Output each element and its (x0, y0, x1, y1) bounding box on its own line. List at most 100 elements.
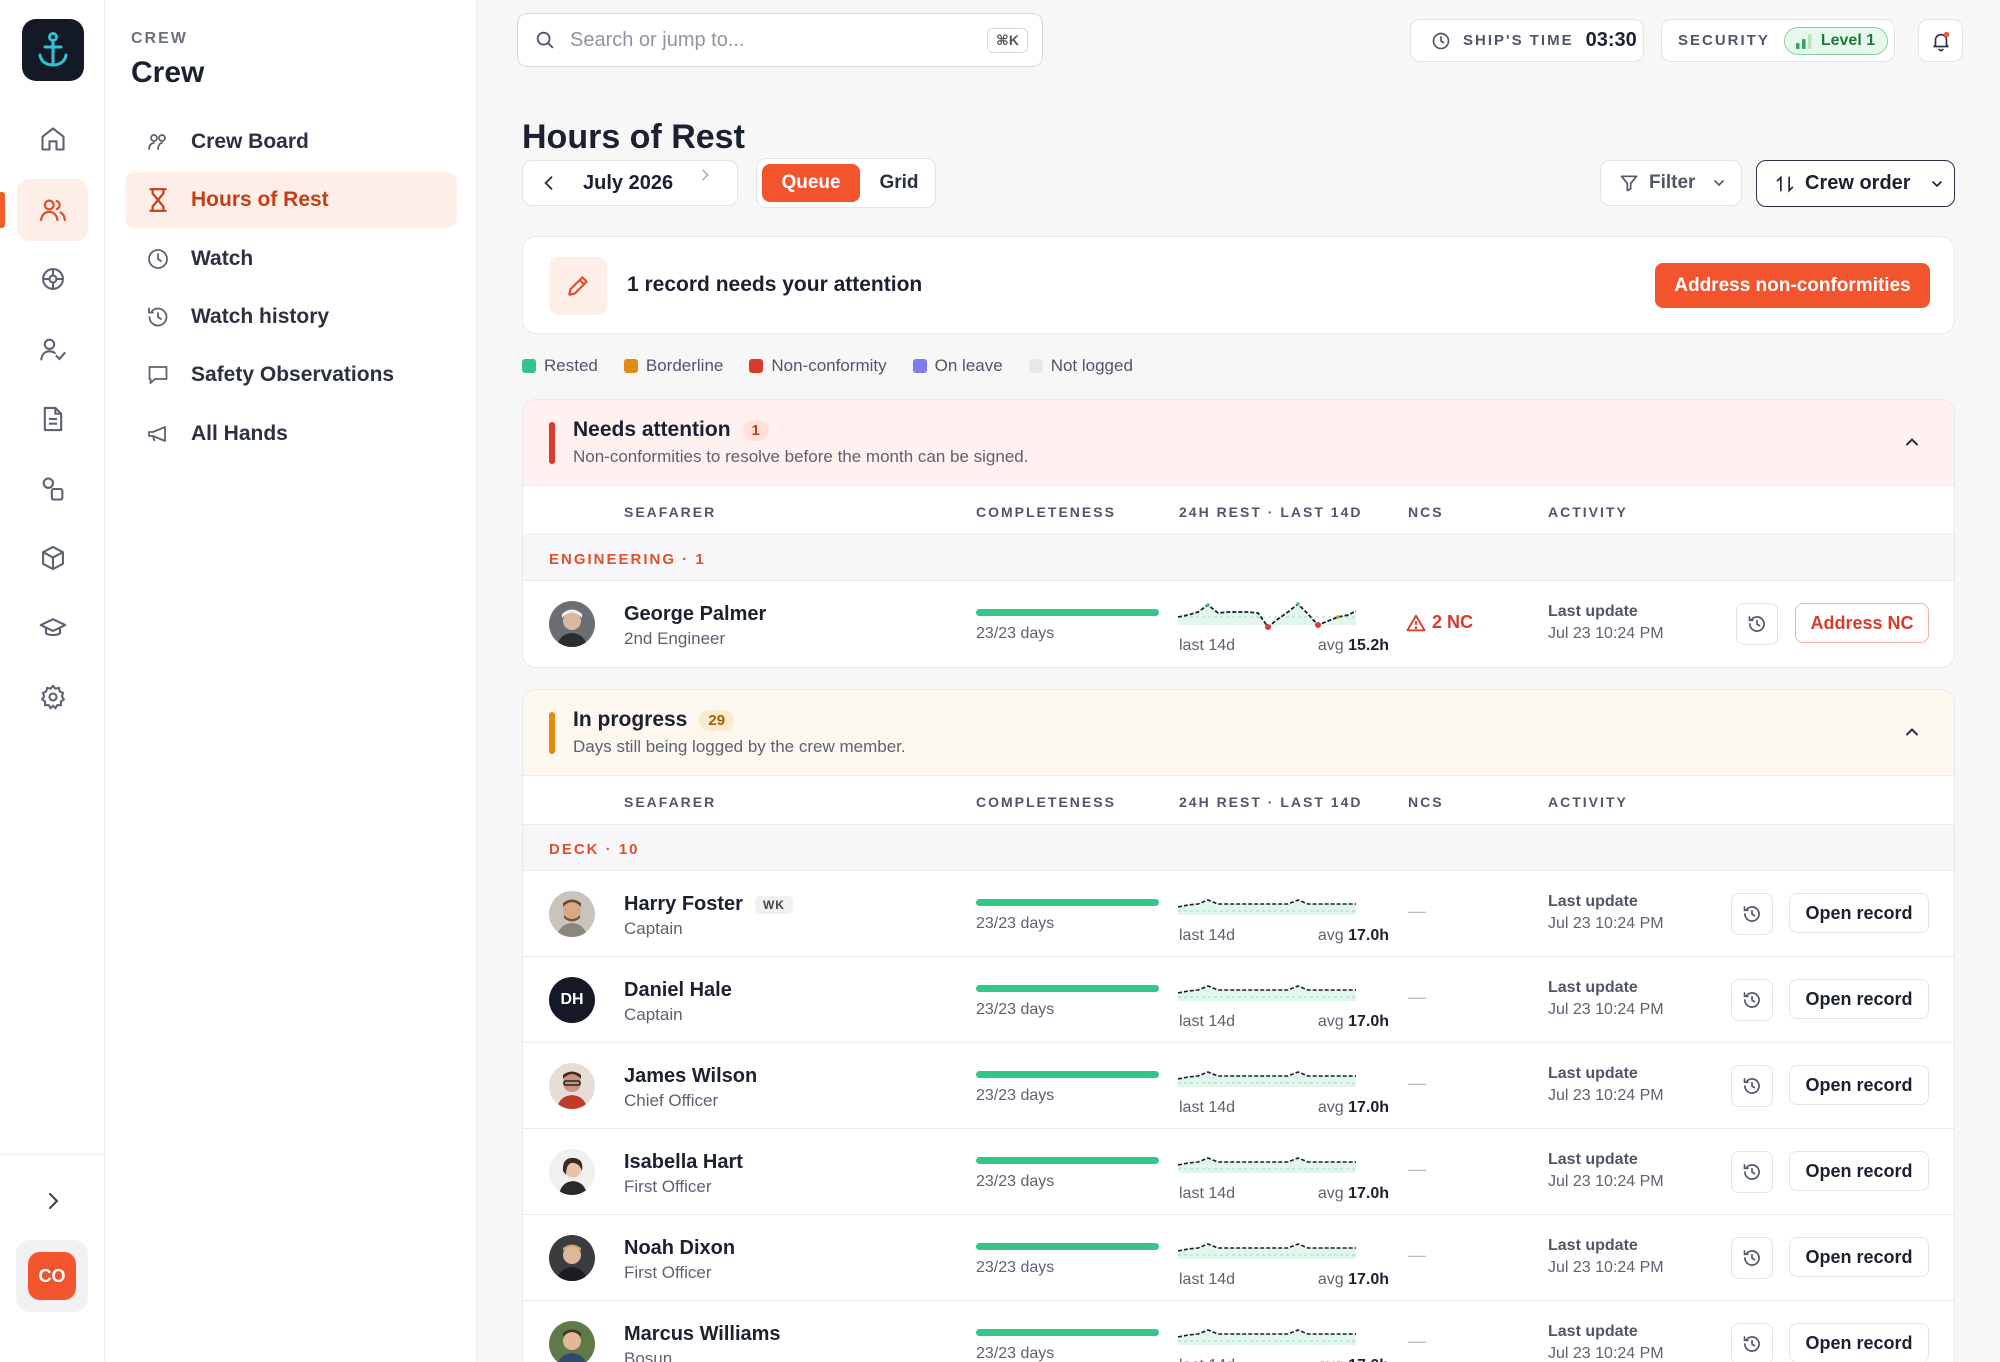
group-header: DECK · 10 (523, 825, 1954, 871)
clock-icon (145, 246, 171, 272)
anchor-logo-icon[interactable] (22, 19, 84, 81)
table-row[interactable]: Isabella Hart First Officer 23/23 days l… (523, 1129, 1954, 1215)
sidebar-item-all-hands[interactable]: All Hands (125, 406, 457, 462)
last-14d-label: last 14d (1179, 1357, 1235, 1362)
user-avatar[interactable]: CO (16, 1240, 88, 1312)
rail-home-button[interactable] (17, 108, 88, 170)
table-row[interactable]: DH Daniel Hale Captain 23/23 days last 1… (523, 957, 1954, 1043)
search-box[interactable]: ⌘K (517, 13, 1043, 67)
needs-attention-section: Needs attention 1 Non-conformities to re… (522, 399, 1955, 668)
section-header[interactable]: In progress 29 Days still being logged b… (523, 690, 1954, 775)
col-rest: 24H REST · LAST 14D (1179, 794, 1363, 810)
history-button[interactable] (1731, 1237, 1773, 1279)
history-icon (145, 304, 171, 330)
search-input[interactable] (570, 28, 950, 52)
signal-bars-icon (1795, 33, 1812, 49)
table-row[interactable]: Noah Dixon First Officer 23/23 days last… (523, 1215, 1954, 1301)
col-ncs: NCS (1408, 504, 1444, 520)
seafarer-name: Isabella Hart (624, 1151, 743, 1173)
history-button[interactable] (1731, 1065, 1773, 1107)
open-record-button[interactable]: Open record (1789, 1323, 1929, 1362)
seafarer-rank: Bosun (624, 1349, 673, 1362)
history-button[interactable] (1731, 1151, 1773, 1193)
sidebar-item-crew-board[interactable]: Crew Board (125, 114, 457, 170)
rail-active-indicator (0, 192, 5, 228)
completeness-bar (976, 1157, 1159, 1164)
open-record-button[interactable]: Open record (1789, 1151, 1929, 1191)
history-icon (1748, 616, 1765, 632)
rail-shapes-button[interactable] (17, 458, 88, 520)
table-row[interactable]: Marcus Williams Bosun 23/23 days last 14… (523, 1301, 1954, 1362)
view-grid-button[interactable]: Grid (867, 164, 931, 202)
completeness-days: 23/23 days (976, 1173, 1055, 1190)
security-pill[interactable]: SECURITY Level 1 (1661, 19, 1895, 62)
avatar (549, 1063, 595, 1109)
seafarer-rank: Captain (624, 1005, 683, 1024)
history-button[interactable] (1731, 979, 1773, 1021)
app-rail: CO (0, 0, 105, 1362)
sidebar-item-watch[interactable]: Watch (125, 231, 457, 287)
nc-empty: — (1408, 1159, 1426, 1179)
seafarer-rank: Chief Officer (624, 1091, 719, 1110)
section-title: Needs attention (573, 418, 731, 441)
col-completeness: COMPLETENESS (976, 794, 1116, 810)
last-update-time: Jul 23 10:24 PM (1548, 915, 1664, 932)
table-row[interactable]: George Palmer 2nd Engineer 23/23 days la… (523, 581, 1954, 667)
address-non-conformities-button[interactable]: Address non-conformities (1655, 263, 1930, 308)
security-level: Level 1 (1820, 31, 1876, 49)
history-button[interactable] (1731, 893, 1773, 935)
filter-label: Filter (1649, 172, 1696, 193)
avatar (549, 891, 595, 937)
table-row[interactable]: Harry Foster WK Captain 23/23 days last 1… (523, 871, 1954, 957)
crew-order-button[interactable]: Crew order (1756, 160, 1955, 207)
next-month-icon[interactable] (697, 167, 713, 183)
avatar-initials: DH (560, 991, 584, 1008)
last-14d-label: last 14d (1179, 637, 1236, 654)
section-description: Days still being logged by the crew memb… (573, 737, 906, 756)
seafarer-name: Daniel Hale (624, 979, 732, 1001)
rail-inventory-button[interactable] (17, 527, 88, 589)
history-icon (1743, 1336, 1760, 1352)
rail-user-check-button[interactable] (17, 318, 88, 380)
address-nc-button[interactable]: Address NC (1795, 603, 1929, 643)
security-level-badge: Level 1 (1783, 26, 1889, 55)
rail-settings-button[interactable] (17, 666, 88, 728)
history-button[interactable] (1731, 1323, 1773, 1362)
legend-item-non-conformity: Non-conformity (749, 356, 887, 376)
chevron-up-icon[interactable] (1902, 432, 1922, 452)
rail-helm-button[interactable] (17, 248, 88, 310)
avatar (549, 1149, 595, 1195)
prev-month-icon[interactable] (539, 173, 559, 193)
seafarer-name: George Palmer (624, 603, 767, 625)
notifications-button[interactable] (1918, 19, 1963, 62)
sidebar-item-watch-history[interactable]: Watch history (125, 289, 457, 345)
open-record-button[interactable]: Open record (1789, 1065, 1929, 1105)
history-button[interactable] (1736, 603, 1778, 645)
view-queue-button[interactable]: Queue (762, 164, 860, 202)
avatar (549, 601, 595, 647)
sidebar-item-hours-of-rest[interactable]: Hours of Rest (125, 172, 457, 228)
rail-documents-button[interactable] (17, 388, 88, 450)
last-update-label: Last update (1548, 1151, 1638, 1168)
section-count: 29 (699, 709, 735, 731)
megaphone-icon (145, 421, 171, 447)
expand-sidebar-button[interactable] (17, 1170, 88, 1232)
avg-rest: avg 17.0h (1317, 1271, 1389, 1288)
sidebar-item-safety-observations[interactable]: Safety Observations (125, 347, 457, 403)
search-shortcut: ⌘K (986, 28, 1028, 53)
rail-crew-button[interactable] (17, 179, 88, 241)
last-update-label: Last update (1548, 603, 1638, 620)
open-record-button[interactable]: Open record (1789, 979, 1929, 1019)
section-header[interactable]: Needs attention 1 Non-conformities to re… (523, 400, 1954, 485)
col-activity: ACTIVITY (1548, 504, 1628, 520)
history-icon (1743, 992, 1760, 1008)
legend-item-rested: Rested (522, 356, 598, 376)
open-record-button[interactable]: Open record (1789, 893, 1929, 933)
sort-icon (1776, 174, 1794, 193)
filter-button[interactable]: Filter (1600, 160, 1742, 206)
open-record-button[interactable]: Open record (1789, 1237, 1929, 1277)
table-row[interactable]: James Wilson Chief Officer 23/23 days la… (523, 1043, 1954, 1129)
completeness-bar (976, 609, 1159, 616)
rail-training-button[interactable] (17, 597, 88, 659)
chevron-up-icon[interactable] (1902, 722, 1922, 742)
